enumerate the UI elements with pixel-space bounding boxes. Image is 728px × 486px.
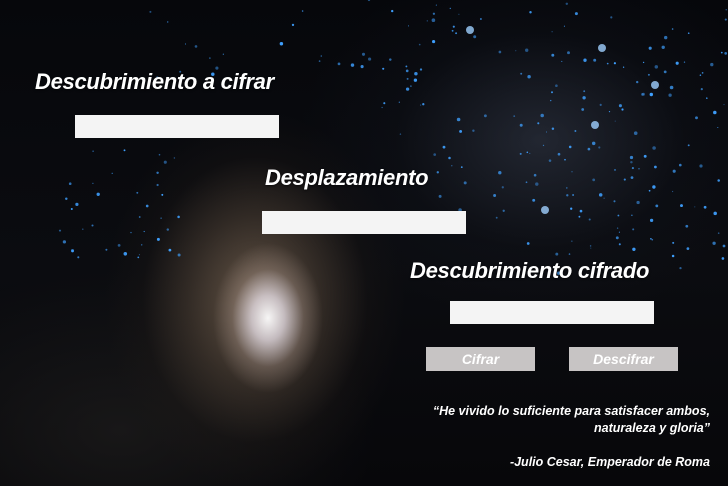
quote-author: -Julio Cesar, Emperador de Roma [509, 455, 710, 469]
plaintext-label: Descubrimiento a cifrar [35, 69, 274, 94]
ciphertext-label: Descubrimiento cifrado [410, 258, 650, 283]
encrypt-button[interactable]: Cifrar [426, 347, 535, 371]
decrypt-button[interactable]: Descifrar [569, 347, 678, 371]
ciphertext-input[interactable] [450, 301, 654, 324]
plaintext-input[interactable] [75, 115, 279, 138]
quote: “He vivido lo suficiente para satisfacer… [370, 403, 710, 437]
shift-input[interactable] [262, 211, 466, 234]
quote-line-2: naturaleza y gloria” [593, 421, 710, 435]
shift-label: Desplazamiento [265, 165, 429, 190]
quote-line-1: “He vivido lo suficiente para satisfacer… [432, 404, 710, 418]
